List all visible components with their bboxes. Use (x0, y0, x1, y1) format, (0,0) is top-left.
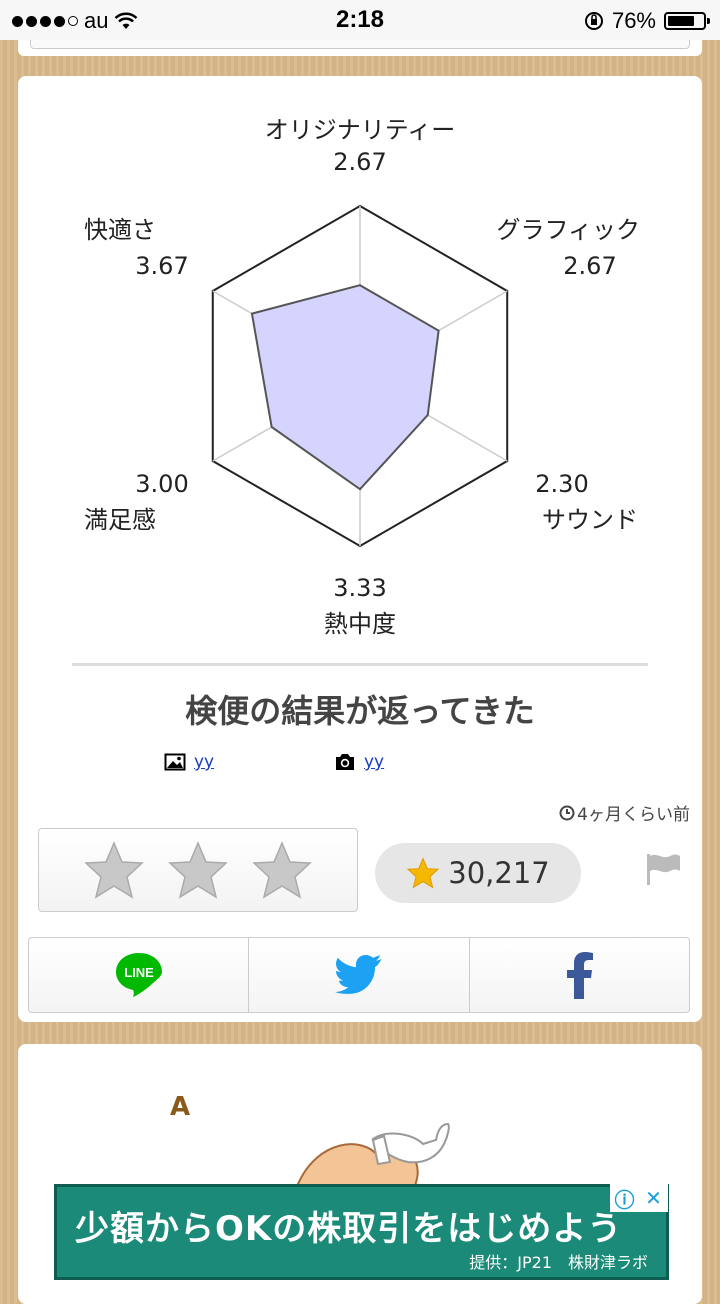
share-bar: LINE (28, 937, 690, 1013)
radar-axis-label: 快適さ (84, 216, 156, 244)
radar-value-label: 2.30 (535, 470, 588, 498)
radar-axis-label: オリジナリティー (265, 116, 456, 144)
ad-banner[interactable]: 少額からOKの株取引をはじめよう 提供：JP21 株財津ラボ (54, 1184, 669, 1280)
previous-card-bottom (18, 40, 702, 56)
line-icon: LINE (115, 953, 162, 997)
previous-share-bar (30, 40, 690, 49)
radar-axis-label: 熱中度 (324, 610, 396, 638)
radar-axis-label: サウンド (542, 506, 638, 534)
report-flag-icon[interactable] (644, 851, 682, 887)
status-bar: au 2:18 76% (0, 0, 720, 40)
line-icon-label: LINE (124, 965, 154, 980)
battery-percent: 76% (611, 8, 656, 33)
radar-axis-label: 満足感 (84, 506, 156, 534)
image-author-link[interactable]: yy (194, 752, 214, 772)
rate-star-1-icon[interactable] (83, 840, 145, 900)
clock-icon (559, 805, 575, 820)
radar-data-area (250, 284, 440, 491)
divider (72, 663, 648, 666)
time-ago-label: 4ヶ月くらい前 (577, 805, 690, 825)
ad-headline: 少額からOKの株取引をはじめよう (75, 1209, 623, 1249)
radar-axis-label: グラフィック (496, 216, 640, 244)
image-credit: yy (164, 752, 214, 772)
post-card: オリジナリティー 2.67 グラフィック 2.67 サウンド 2.30 熱中度 3.33 満足感… (18, 76, 702, 1022)
radar-chart: オリジナリティー 2.67 グラフィック 2.67 サウンド 2.30 熱中度 3.33 満足感… (84, 116, 640, 638)
star-icon (407, 857, 440, 889)
photo-author-link[interactable]: yy (364, 752, 384, 772)
ad-close-icon[interactable]: ✕ (639, 1184, 668, 1212)
photo-credit: yy (334, 752, 384, 772)
star-count: 30,217 (448, 856, 550, 890)
ad-controls: ⓘ ✕ (610, 1184, 668, 1212)
share-twitter-button[interactable] (249, 938, 470, 1012)
image-icon (164, 753, 186, 771)
twitter-bird-icon (335, 954, 382, 994)
radar-value-label: 2.67 (563, 252, 616, 280)
rate-star-2-icon[interactable] (167, 840, 229, 900)
share-line-button[interactable]: LINE (29, 938, 250, 1012)
radar-value-label: 3.33 (333, 574, 386, 602)
radar-value-label: 3.67 (135, 252, 188, 280)
share-facebook-button[interactable] (470, 938, 689, 1012)
facebook-icon (567, 952, 594, 999)
post-title: 検便の結果が返ってきた (185, 692, 535, 730)
status-right: 76% (584, 8, 710, 34)
camera-icon (336, 754, 354, 770)
star-count-badge[interactable]: 30,217 (375, 843, 581, 903)
rate-star-3-icon[interactable] (251, 840, 313, 900)
ad-info-icon[interactable]: ⓘ (610, 1184, 639, 1212)
ad-sponsor: 提供：JP21 株財津ラボ (469, 1253, 648, 1272)
radar-value-label: 3.00 (135, 470, 188, 498)
rotation-lock-icon (584, 12, 603, 30)
battery-icon (664, 12, 710, 30)
battery-fill (668, 16, 694, 26)
star-rating-input (38, 828, 358, 912)
timestamp: 4ヶ月くらい前 (559, 800, 690, 825)
radar-value-label: 2.67 (333, 148, 386, 176)
